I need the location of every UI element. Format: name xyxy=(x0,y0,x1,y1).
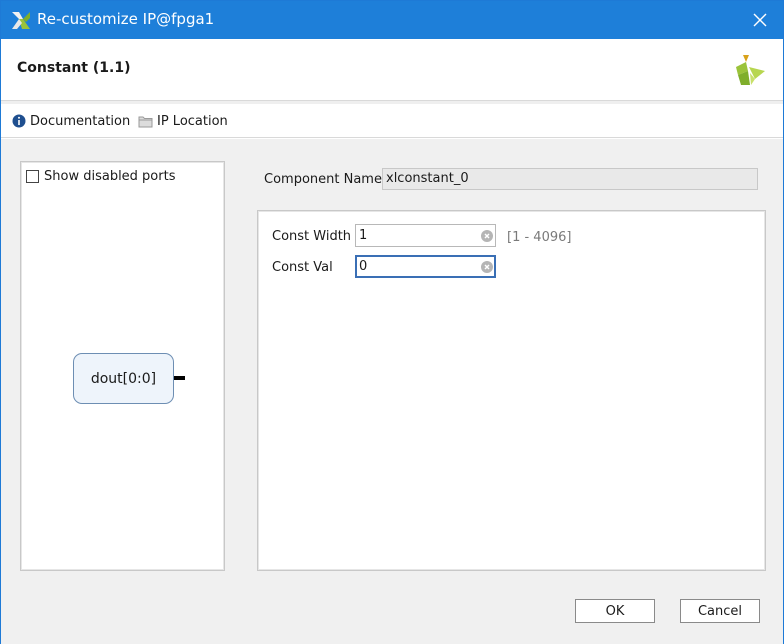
close-icon xyxy=(753,13,767,27)
ip-location-button[interactable]: IP Location xyxy=(138,112,228,130)
cancel-button[interactable]: Cancel xyxy=(680,599,760,623)
dialog-body: Show disabled ports dout[0:0] Component … xyxy=(1,139,783,644)
documentation-label: Documentation xyxy=(30,113,131,129)
vivado-app-icon xyxy=(12,12,30,29)
const-width-range: [1 - 4096] xyxy=(507,230,572,245)
ip-header: Constant (1.1) xyxy=(1,39,783,101)
const-val-input[interactable] xyxy=(355,255,496,278)
component-name-label: Component Name xyxy=(264,172,382,187)
component-name-field[interactable]: xlconstant_0 xyxy=(382,168,758,190)
show-disabled-ports-label: Show disabled ports xyxy=(44,169,176,184)
close-button[interactable] xyxy=(737,1,783,39)
title-bar: Re-customize IP@fpga1 xyxy=(1,1,783,39)
ip-symbol-block: dout[0:0] xyxy=(73,353,174,404)
checkbox-box[interactable] xyxy=(26,170,39,183)
port-label: dout[0:0] xyxy=(90,370,157,387)
info-icon xyxy=(12,114,26,128)
const-val-label: Const Val xyxy=(272,260,333,275)
ip-location-label: IP Location xyxy=(157,113,228,129)
clear-icon[interactable] xyxy=(481,230,493,242)
xilinx-logo-icon xyxy=(736,55,765,85)
ok-button[interactable]: OK xyxy=(575,599,655,623)
output-port-pin xyxy=(174,376,185,380)
ip-title: Constant (1.1) xyxy=(17,60,131,76)
window-title: Re-customize IP@fpga1 xyxy=(37,10,215,28)
show-disabled-ports-checkbox[interactable]: Show disabled ports xyxy=(26,169,175,184)
symbol-panel: Show disabled ports dout[0:0] xyxy=(20,161,225,571)
documentation-menu[interactable]: Documentation xyxy=(12,112,130,130)
parameters-panel: Const Width [1 - 4096] Const Val xyxy=(257,210,766,571)
const-width-input[interactable] xyxy=(355,224,496,247)
toolbar: Documentation IP Location xyxy=(1,104,783,138)
const-width-label: Const Width xyxy=(272,229,352,244)
folder-icon xyxy=(138,116,153,127)
dialog-window: Re-customize IP@fpga1 Constant (1.1) Doc… xyxy=(0,0,784,644)
clear-icon[interactable] xyxy=(481,261,493,273)
